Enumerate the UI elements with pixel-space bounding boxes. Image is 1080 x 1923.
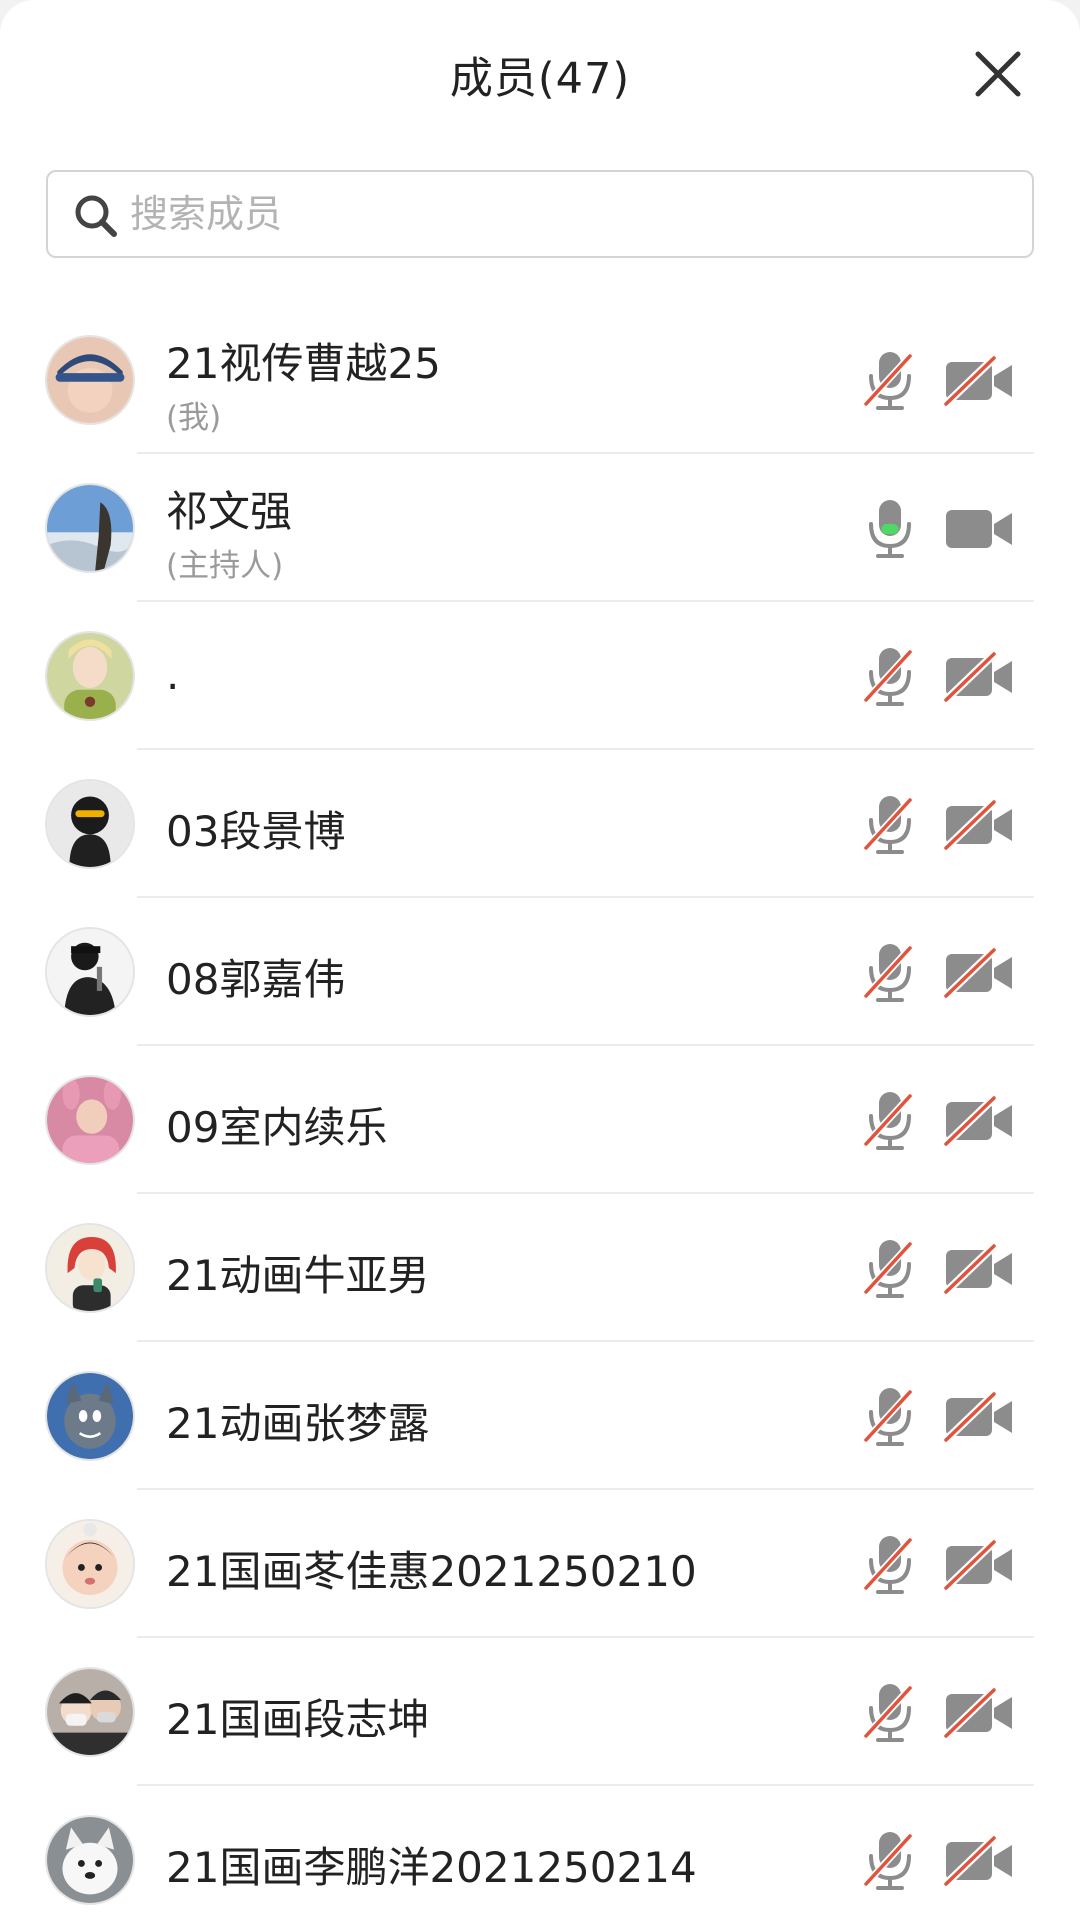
avatar	[45, 631, 135, 721]
member-row[interactable]: 21视传曹越25 (我)	[0, 306, 1080, 454]
avatar	[45, 335, 135, 425]
mic-muted-icon[interactable]	[862, 1682, 918, 1744]
member-name: 03段景博	[166, 807, 346, 856]
search-icon	[72, 192, 120, 240]
member-name: .	[166, 650, 180, 699]
member-name: 21动画牛亚男	[166, 1251, 430, 1300]
member-row[interactable]: 21国画段志坤	[0, 1638, 1080, 1786]
mic-muted-icon[interactable]	[862, 1238, 918, 1300]
mic-muted-icon[interactable]	[862, 1830, 918, 1892]
mic-muted-icon[interactable]	[862, 794, 918, 856]
member-row[interactable]: 21国画李鹏洋2021250214	[0, 1786, 1080, 1923]
camera-off-icon[interactable]	[942, 1390, 1014, 1444]
member-role: (我)	[166, 400, 222, 436]
member-name: 21动画张梦露	[166, 1399, 430, 1448]
camera-off-icon[interactable]	[942, 1094, 1014, 1148]
camera-off-icon[interactable]	[942, 650, 1014, 704]
mic-muted-icon[interactable]	[862, 1090, 918, 1152]
member-name: 21国画李鹏洋2021250214	[166, 1843, 697, 1892]
member-name: 21国画苳佳惠2021250210	[166, 1547, 697, 1596]
member-row[interactable]: .	[0, 602, 1080, 750]
member-name: 祁文强	[166, 487, 293, 536]
member-name: 21视传曹越25	[166, 339, 441, 388]
camera-off-icon[interactable]	[942, 798, 1014, 852]
header: 成员(47)	[0, 0, 1080, 150]
search-input[interactable]	[130, 172, 1010, 256]
member-row[interactable]: 09室内续乐	[0, 1046, 1080, 1194]
camera-off-icon[interactable]	[942, 1834, 1014, 1888]
member-row[interactable]: 08郭嘉伟	[0, 898, 1080, 1046]
avatar	[45, 1075, 135, 1165]
avatar	[45, 483, 135, 573]
member-role: (主持人)	[166, 548, 284, 584]
close-icon[interactable]	[970, 46, 1026, 102]
avatar	[45, 1371, 135, 1461]
camera-off-icon[interactable]	[942, 354, 1014, 408]
camera-off-icon[interactable]	[942, 946, 1014, 1000]
avatar	[45, 927, 135, 1017]
mic-muted-icon[interactable]	[862, 1386, 918, 1448]
search-box[interactable]	[46, 170, 1034, 258]
mic-muted-icon[interactable]	[862, 350, 918, 412]
member-name: 09室内续乐	[166, 1103, 388, 1152]
member-row[interactable]: 21动画牛亚男	[0, 1194, 1080, 1342]
mic-muted-icon[interactable]	[862, 1534, 918, 1596]
member-list-sheet: 成员(47) 21视传曹越25 (我) 祁文强 (主持人). 03段景博 08郭嘉伟 09室…	[0, 0, 1080, 1923]
mic-icon[interactable]	[862, 498, 918, 560]
mic-muted-icon[interactable]	[862, 646, 918, 708]
camera-off-icon[interactable]	[942, 1242, 1014, 1296]
camera-icon[interactable]	[944, 504, 1014, 554]
member-name: 08郭嘉伟	[166, 955, 346, 1004]
member-row[interactable]: 03段景博	[0, 750, 1080, 898]
member-row[interactable]: 21动画张梦露	[0, 1342, 1080, 1490]
avatar	[45, 1223, 135, 1313]
member-name: 21国画段志坤	[166, 1695, 430, 1744]
avatar	[45, 779, 135, 869]
camera-off-icon[interactable]	[942, 1538, 1014, 1592]
member-list: 21视传曹越25 (我) 祁文强 (主持人). 03段景博 08郭嘉伟 09室内续乐 21动画…	[0, 306, 1080, 1923]
member-row[interactable]: 21国画苳佳惠2021250210	[0, 1490, 1080, 1638]
avatar	[45, 1519, 135, 1609]
camera-off-icon[interactable]	[942, 1686, 1014, 1740]
avatar	[45, 1667, 135, 1757]
member-row[interactable]: 祁文强 (主持人)	[0, 454, 1080, 602]
mic-muted-icon[interactable]	[862, 942, 918, 1004]
avatar	[45, 1815, 135, 1905]
page-title: 成员(47)	[449, 54, 631, 104]
